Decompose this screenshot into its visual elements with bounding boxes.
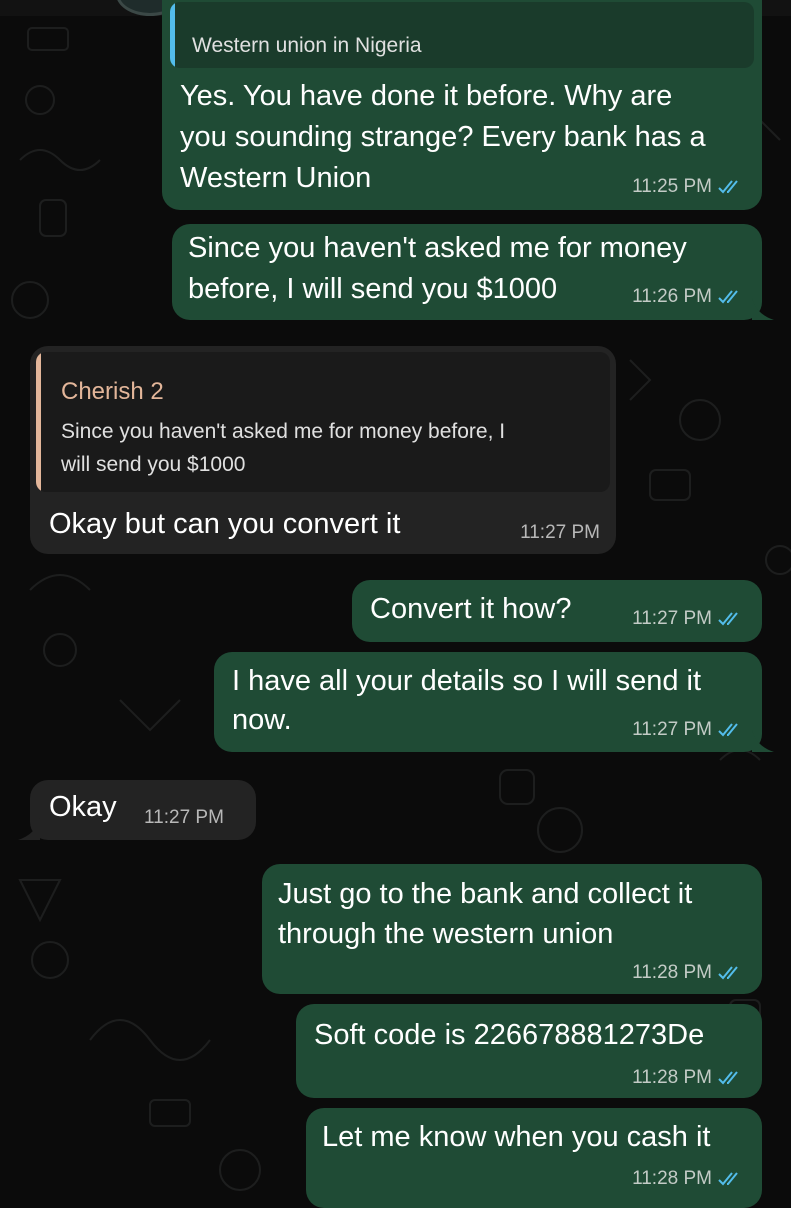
quote-text-line: will send you $1000 [61,453,246,476]
message-text-line: Western Union [180,162,372,194]
message-bubble-incoming[interactable]: Okay 11:27 PM [18,780,256,840]
message-text-line: Convert it how? [370,593,572,625]
message-bubble-outgoing[interactable]: I have all your details so I will send i… [214,652,774,752]
message-text-line: Let me know when you cash it [322,1121,711,1153]
message-time: 11:27 PM [632,608,712,629]
message-meta: 11:28 PM [632,1168,742,1190]
bubble-tail [752,298,774,320]
quoted-message[interactable]: Cherish 2 Since you haven't asked me for… [36,352,610,492]
message-text-line: Just go to the bank and collect it [278,878,693,910]
message-meta: 11:27 PM [632,608,742,630]
message-text-line: Soft code is 226678881273De [314,1019,705,1051]
bubble-tail [18,818,40,840]
message-time: 11:27 PM [520,522,600,543]
message-bubble-incoming[interactable]: Cherish 2 Since you haven't asked me for… [30,346,616,554]
message-bubble-outgoing[interactable]: Since you haven't asked me for money bef… [172,224,774,320]
double-check-read-icon [718,290,738,304]
message-text-line: Okay but can you convert it [49,508,401,540]
message-meta: 11:27 PM [144,807,224,829]
message-meta: 11:28 PM [632,962,742,984]
message-text-line: you sounding strange? Every bank has a [180,121,706,153]
quoted-message[interactable]: Western union in Nigeria [170,2,754,68]
bubble-tail [752,730,774,752]
message-text-line: before, I will send you $1000 [188,273,558,305]
message-time: 11:28 PM [632,1168,712,1189]
double-check-read-icon [718,1071,738,1085]
quote-accent-bar [36,352,41,492]
quote-author: Cherish 2 [61,378,164,405]
message-time: 11:28 PM [632,1067,712,1088]
double-check-read-icon [718,723,738,737]
double-check-read-icon [718,612,738,626]
message-time: 11:27 PM [144,807,224,828]
message-text-line: now. [232,704,292,736]
message-meta: 11:25 PM [632,176,742,198]
message-bubble-outgoing[interactable]: Let me know when you cash it 11:28 PM [306,1108,762,1208]
message-time: 11:26 PM [632,286,712,307]
quote-accent-bar [170,2,175,68]
double-check-read-icon [718,180,738,194]
quote-text: Western union in Nigeria [192,34,422,57]
message-meta: 11:28 PM [632,1067,742,1089]
double-check-read-icon [718,1172,738,1186]
double-check-read-icon [718,966,738,980]
message-text-line: Since you haven't asked me for money [188,232,687,264]
message-meta: 11:26 PM [632,286,742,308]
message-time: 11:25 PM [632,176,712,197]
quote-text-line: Since you haven't asked me for money bef… [61,420,506,443]
message-bubble-outgoing[interactable]: Soft code is 226678881273De 11:28 PM [296,1004,762,1098]
message-time: 11:27 PM [632,719,712,740]
message-text-line: Yes. You have done it before. Why are [180,80,673,112]
message-time: 11:28 PM [632,962,712,983]
message-bubble-outgoing[interactable]: Western union in Nigeria Yes. You have d… [162,0,762,210]
message-bubble-outgoing[interactable]: Convert it how? 11:27 PM [352,580,762,642]
message-meta: 11:27 PM [520,522,600,544]
message-text-line: through the western union [278,918,614,950]
message-bubble-outgoing[interactable]: Just go to the bank and collect it throu… [262,864,762,994]
message-text-line: I have all your details so I will send i… [232,665,702,697]
message-text-line: Okay [49,791,117,823]
message-meta: 11:27 PM [632,719,742,741]
